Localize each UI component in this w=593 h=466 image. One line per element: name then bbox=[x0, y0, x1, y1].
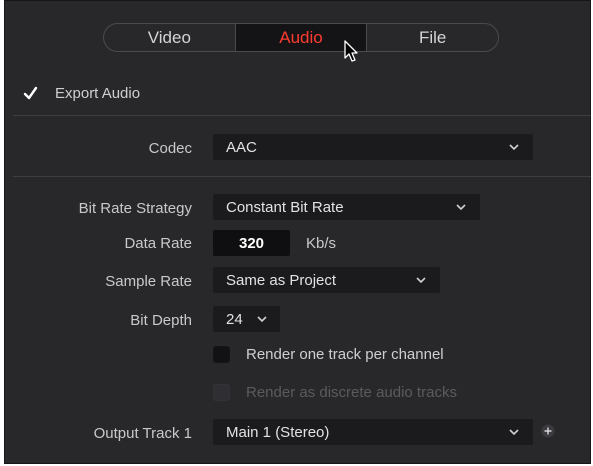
bit-depth-label: Bit Depth bbox=[130, 312, 192, 329]
bit-rate-strategy-value: Constant Bit Rate bbox=[226, 198, 344, 216]
tab-video[interactable]: Video bbox=[104, 24, 236, 51]
bit-rate-strategy-dropdown[interactable]: Constant Bit Rate bbox=[213, 194, 480, 220]
mouse-cursor-icon bbox=[344, 40, 358, 62]
tab-file[interactable]: File bbox=[367, 24, 498, 51]
render-one-track-label: Render one track per channel bbox=[246, 346, 444, 363]
divider bbox=[13, 176, 591, 177]
tab-bar: Video Audio File bbox=[103, 23, 499, 52]
plus-icon[interactable] bbox=[541, 424, 555, 438]
bit-depth-dropdown[interactable]: 24 bbox=[213, 306, 280, 332]
output-track-value: Main 1 (Stereo) bbox=[226, 423, 330, 441]
chevron-down-icon bbox=[509, 144, 519, 151]
chevron-down-icon bbox=[456, 204, 466, 211]
data-rate-input[interactable]: 320 bbox=[213, 230, 290, 256]
chevron-down-icon bbox=[416, 277, 426, 284]
export-audio-checkbox[interactable] bbox=[22, 85, 39, 102]
sample-rate-label: Sample Rate bbox=[105, 273, 192, 290]
codec-value: AAC bbox=[226, 138, 257, 156]
sample-rate-dropdown[interactable]: Same as Project bbox=[213, 267, 440, 293]
output-track-label: Output Track 1 bbox=[93, 425, 192, 442]
render-one-track-row: Render one track per channel bbox=[213, 346, 444, 363]
codec-label: Codec bbox=[148, 140, 192, 157]
chevron-down-icon bbox=[509, 429, 519, 436]
render-discrete-checkbox bbox=[213, 384, 230, 401]
bit-depth-value: 24 bbox=[226, 310, 243, 328]
audio-export-panel: Video Audio File Export Audio Codec AAC … bbox=[4, 0, 591, 464]
render-discrete-row: Render as discrete audio tracks bbox=[213, 384, 457, 401]
render-discrete-label: Render as discrete audio tracks bbox=[246, 384, 457, 401]
codec-dropdown[interactable]: AAC bbox=[213, 134, 533, 160]
data-rate-unit: Kb/s bbox=[306, 235, 337, 252]
sample-rate-value: Same as Project bbox=[226, 271, 337, 289]
export-audio-label: Export Audio bbox=[55, 85, 141, 102]
output-track-dropdown[interactable]: Main 1 (Stereo) bbox=[213, 419, 533, 445]
chevron-down-icon bbox=[257, 316, 267, 323]
divider bbox=[13, 115, 591, 116]
checkmark-icon bbox=[23, 86, 38, 100]
render-one-track-checkbox[interactable] bbox=[213, 346, 230, 363]
export-audio-row: Export Audio bbox=[22, 85, 140, 102]
bit-rate-strategy-label: Bit Rate Strategy bbox=[78, 200, 192, 217]
data-rate-label: Data Rate bbox=[124, 235, 192, 252]
